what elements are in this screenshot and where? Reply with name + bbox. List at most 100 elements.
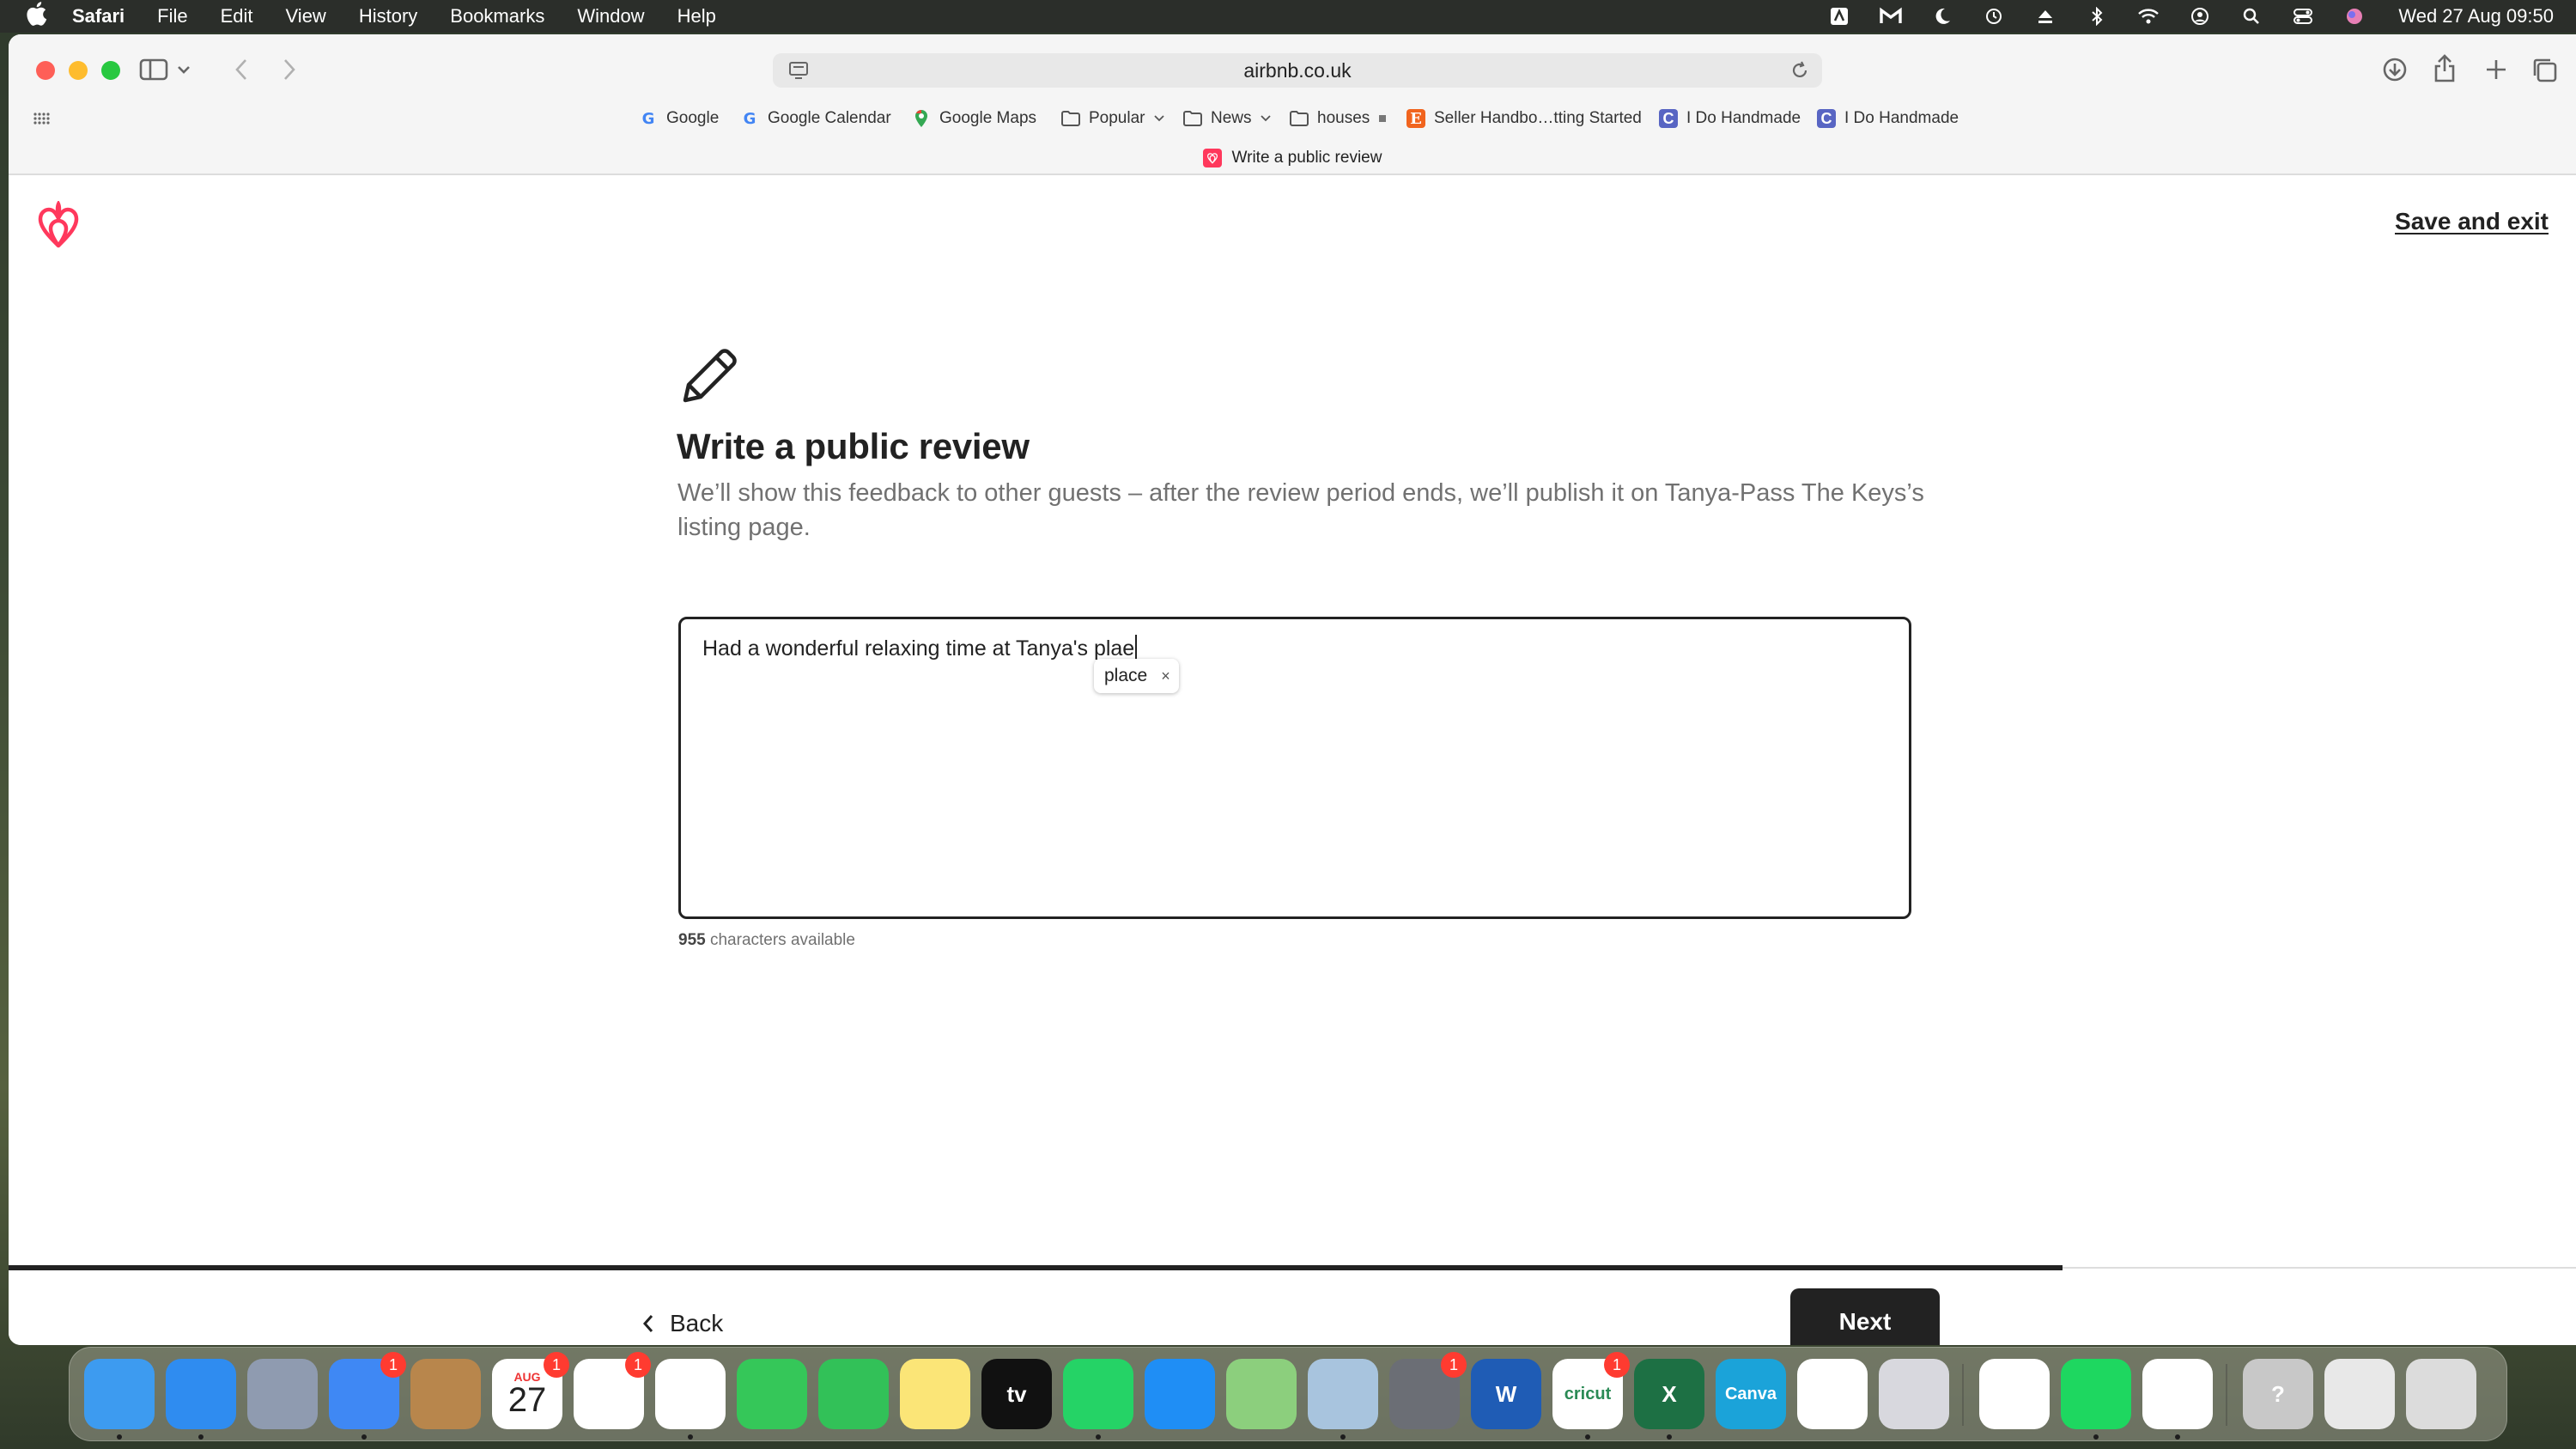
help-dock-icon[interactable]: ? bbox=[2243, 1359, 2313, 1429]
menubar-clock[interactable]: Wed 27 Aug 09:50 bbox=[2398, 5, 2554, 27]
control-center-icon[interactable] bbox=[2292, 7, 2314, 26]
page-title: Write a public review bbox=[677, 426, 1030, 466]
menu-bookmarks[interactable]: Bookmarks bbox=[450, 5, 544, 27]
menu-help[interactable]: Help bbox=[677, 5, 716, 27]
system-settings-dock-icon[interactable]: 1 bbox=[1389, 1352, 1467, 1429]
autocorrect-suggestion[interactable]: place × bbox=[1094, 659, 1179, 693]
calendar-dock-icon[interactable]: AUG 27 1 bbox=[492, 1352, 569, 1429]
downloads-dock-icon[interactable] bbox=[2324, 1359, 2395, 1429]
mail-dock-icon[interactable]: 1 bbox=[329, 1352, 406, 1429]
folder-icon bbox=[1290, 109, 1309, 128]
time-machine-icon[interactable] bbox=[1983, 7, 2005, 26]
apple-menu-icon[interactable] bbox=[0, 1, 72, 33]
launchpad-dock-icon[interactable] bbox=[247, 1359, 318, 1429]
eject-icon[interactable] bbox=[2034, 7, 2057, 26]
moon-icon[interactable] bbox=[1931, 7, 1953, 26]
app-store-dock-icon[interactable] bbox=[1145, 1359, 1215, 1429]
autocorrect-word[interactable]: place bbox=[1104, 666, 1147, 686]
messages-dock-icon[interactable] bbox=[737, 1359, 807, 1429]
siri-icon[interactable] bbox=[2343, 7, 2366, 26]
back-nav-icon[interactable] bbox=[227, 55, 256, 84]
contacts-dock-icon[interactable] bbox=[410, 1359, 481, 1429]
chrome-dock-icon[interactable] bbox=[2142, 1359, 2213, 1429]
google-drive-dock-icon[interactable] bbox=[1797, 1359, 1868, 1429]
text-input-icon[interactable] bbox=[1828, 7, 1850, 26]
running-indicator bbox=[198, 1434, 204, 1440]
minimize-window-button[interactable] bbox=[69, 61, 88, 80]
favorite-i-do-handmade-2[interactable]: C I Do Handmade bbox=[1817, 103, 1959, 134]
calendar-day-label: 27 bbox=[507, 1381, 547, 1419]
menu-app-name[interactable]: Safari bbox=[72, 5, 125, 27]
favorite-google-maps[interactable]: Google Maps bbox=[912, 103, 1036, 134]
reload-icon[interactable] bbox=[1789, 60, 1810, 86]
favorite-folder-news[interactable]: News bbox=[1183, 103, 1271, 134]
text-caret bbox=[1135, 635, 1138, 661]
notes-dock-icon[interactable] bbox=[900, 1359, 970, 1429]
tab-overview-icon[interactable] bbox=[2530, 55, 2559, 84]
downloads-icon[interactable] bbox=[2380, 55, 2409, 84]
pencil-icon bbox=[678, 345, 740, 407]
menu-window[interactable]: Window bbox=[577, 5, 644, 27]
user-account-icon[interactable] bbox=[2189, 7, 2211, 26]
next-button[interactable]: Next bbox=[1790, 1288, 1940, 1345]
airbnb-logo-icon[interactable] bbox=[36, 199, 81, 249]
facetime-dock-icon[interactable] bbox=[818, 1359, 889, 1429]
tab-active[interactable]: Write a public review bbox=[9, 141, 2576, 175]
safari-dock-icon[interactable] bbox=[166, 1359, 236, 1429]
wifi-icon[interactable] bbox=[2137, 7, 2160, 26]
whatsapp-dock-icon[interactable] bbox=[1063, 1359, 1133, 1429]
new-tab-icon[interactable] bbox=[2482, 55, 2511, 84]
review-text-content[interactable]: Had a wonderful relaxing time at Tanya's… bbox=[702, 635, 1138, 661]
favorite-folder-houses[interactable]: houses bbox=[1290, 103, 1387, 134]
apps-grid-icon[interactable] bbox=[31, 108, 53, 129]
freeform-dock-icon[interactable] bbox=[1979, 1359, 2050, 1429]
reminders-dock-icon[interactable]: 1 bbox=[574, 1352, 651, 1429]
spotlight-search-icon[interactable] bbox=[2240, 7, 2263, 26]
excel-dock-icon[interactable]: X bbox=[1634, 1359, 1704, 1429]
gmail-icon[interactable] bbox=[1880, 7, 1903, 26]
dock-separator bbox=[2226, 1364, 2227, 1426]
close-window-button[interactable] bbox=[36, 61, 55, 80]
review-textarea[interactable]: Had a wonderful relaxing time at Tanya's… bbox=[678, 617, 1911, 919]
running-indicator bbox=[1340, 1434, 1346, 1440]
favorite-folder-popular[interactable]: Popular bbox=[1061, 103, 1164, 134]
word-dock-icon[interactable]: W bbox=[1471, 1359, 1541, 1429]
preview-dock-icon[interactable] bbox=[1308, 1359, 1378, 1429]
zoom-window-button[interactable] bbox=[101, 61, 120, 80]
favorite-label: Seller Handbo…tting Started bbox=[1434, 109, 1642, 127]
dock-icon-glyph: X bbox=[1662, 1380, 1677, 1407]
menu-file[interactable]: File bbox=[157, 5, 187, 27]
forward-nav-icon[interactable] bbox=[275, 55, 304, 84]
maps-dock-icon[interactable] bbox=[1226, 1359, 1297, 1429]
running-indicator bbox=[2175, 1434, 2180, 1440]
character-count-label: characters available bbox=[705, 931, 855, 949]
share-icon[interactable] bbox=[2430, 53, 2459, 84]
favorite-label: Google Maps bbox=[939, 109, 1037, 127]
sidebar-toggle-icon[interactable] bbox=[139, 55, 191, 84]
running-indicator bbox=[2093, 1434, 2099, 1440]
canva-dock-icon[interactable]: Canva bbox=[1716, 1359, 1786, 1429]
cricut-dock-icon[interactable]: cricut 1 bbox=[1552, 1352, 1630, 1429]
dock: 1 AUG 27 1 1 tv 1 Wcricut 1 X Canva? bbox=[69, 1347, 2507, 1441]
tv-dock-icon[interactable]: tv bbox=[981, 1359, 1052, 1429]
autocorrect-dismiss-icon[interactable]: × bbox=[1161, 667, 1170, 685]
menu-view[interactable]: View bbox=[286, 5, 326, 27]
favorite-i-do-handmade[interactable]: C I Do Handmade bbox=[1659, 103, 1801, 134]
favorite-google[interactable]: G Google bbox=[639, 103, 720, 134]
save-and-exit-link[interactable]: Save and exit bbox=[2395, 208, 2549, 235]
favorite-google-calendar[interactable]: G Google Calendar bbox=[740, 103, 891, 134]
favorite-label: houses bbox=[1317, 109, 1370, 127]
page-settings-icon[interactable] bbox=[788, 61, 809, 85]
finder-dock-icon[interactable] bbox=[84, 1359, 155, 1429]
address-bar[interactable]: airbnb.co.uk bbox=[773, 53, 1822, 88]
photos-dock-icon[interactable] bbox=[655, 1359, 726, 1429]
bluetooth-icon[interactable] bbox=[2086, 7, 2108, 26]
iphone-mirroring-dock-icon[interactable] bbox=[1879, 1359, 1949, 1429]
menu-history[interactable]: History bbox=[359, 5, 417, 27]
menu-edit[interactable]: Edit bbox=[221, 5, 253, 27]
favorite-seller-handbook[interactable]: E Seller Handbo…tting Started bbox=[1406, 103, 1642, 134]
back-button[interactable]: Back bbox=[642, 1302, 723, 1345]
trash-dock-icon[interactable] bbox=[2406, 1359, 2476, 1429]
spotify-dock-icon[interactable] bbox=[2061, 1359, 2131, 1429]
running-indicator bbox=[1096, 1434, 1101, 1440]
